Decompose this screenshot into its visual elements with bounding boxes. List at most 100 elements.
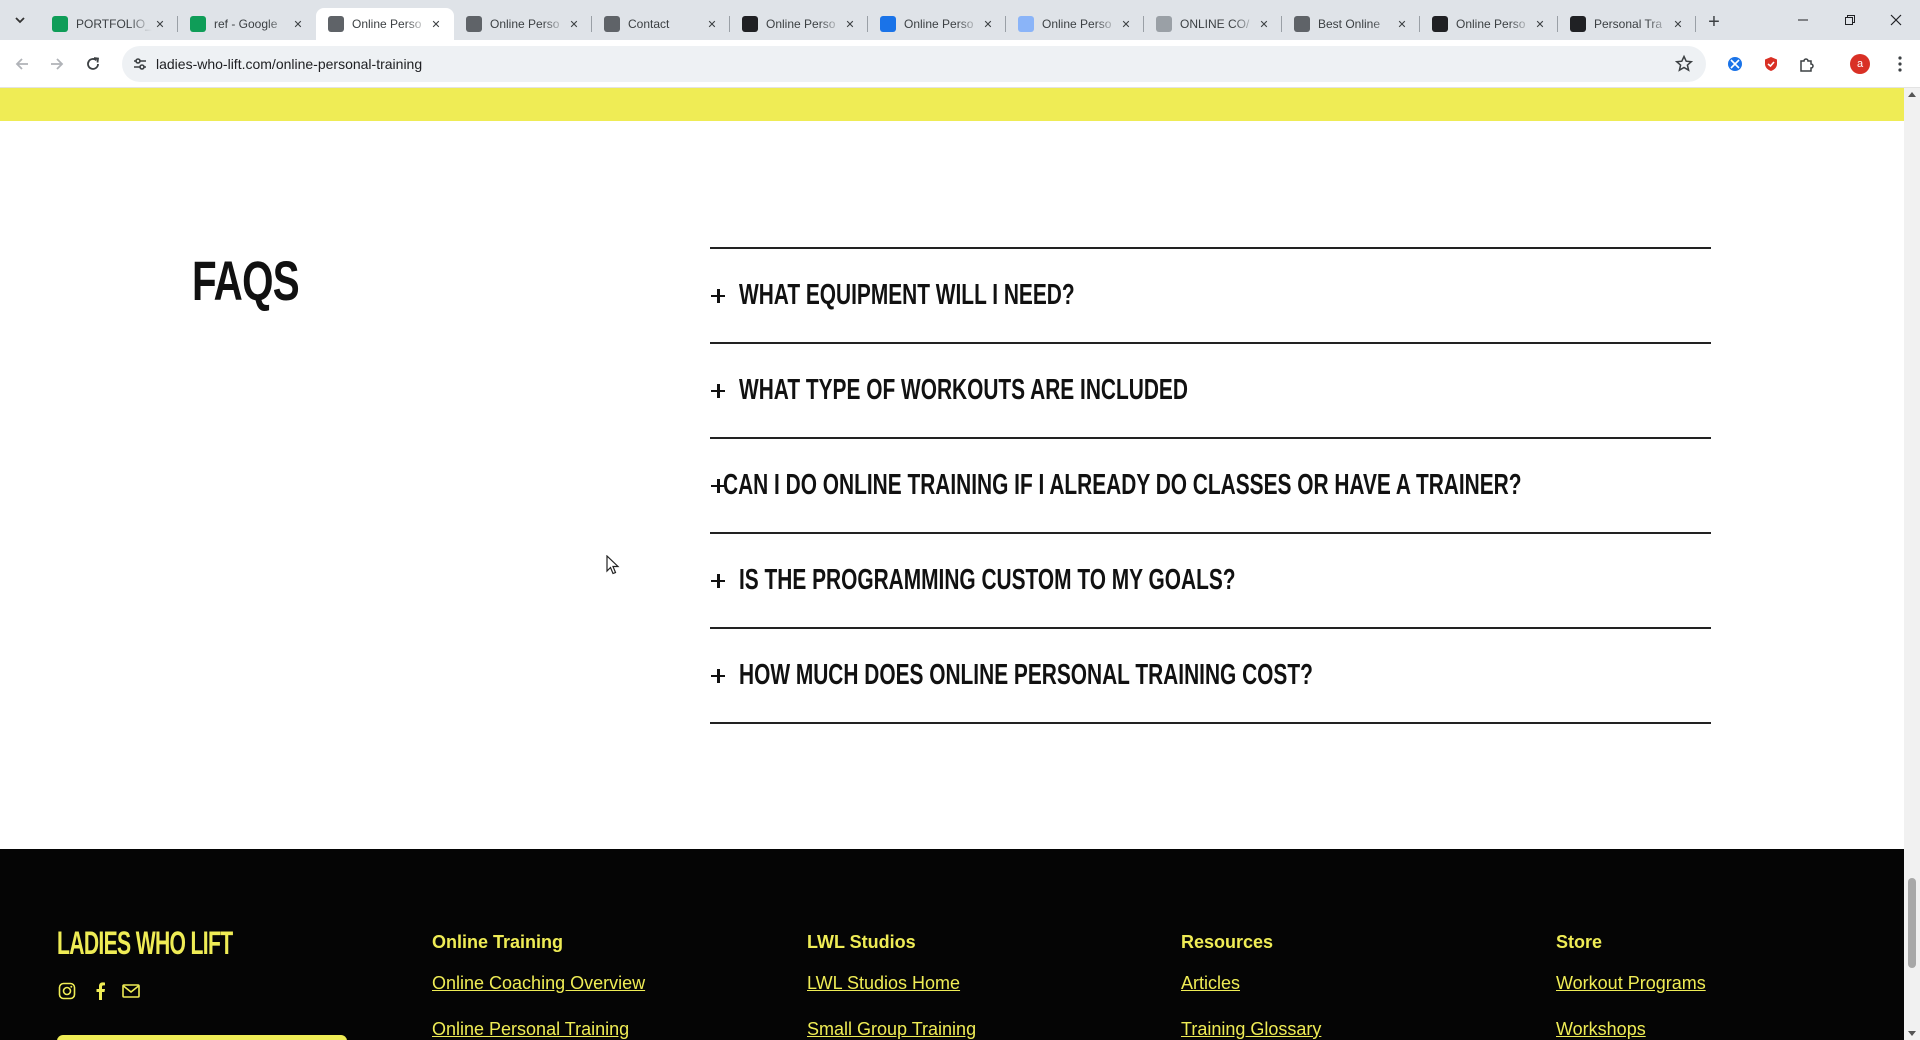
cube-icon xyxy=(328,16,344,32)
footer-link[interactable]: Small Group Training xyxy=(807,1019,976,1040)
yellow-section-band xyxy=(0,88,1904,121)
tab-close-icon[interactable]: ✕ xyxy=(1532,16,1548,32)
plus-icon xyxy=(711,383,727,399)
minimize-button[interactable] xyxy=(1780,0,1826,40)
facebook-link[interactable] xyxy=(90,981,110,1001)
profile-avatar[interactable]: a xyxy=(1850,54,1870,74)
google-sheets-icon xyxy=(190,16,206,32)
tab-close-icon[interactable]: ✕ xyxy=(290,16,306,32)
tab-close-icon[interactable]: ✕ xyxy=(1394,16,1410,32)
site-info-icon[interactable] xyxy=(132,56,148,72)
footer-column-heading: Online Training xyxy=(432,932,564,952)
cube-icon xyxy=(604,16,620,32)
restore-button[interactable] xyxy=(1827,0,1873,40)
tab-list: PORTFOLIO_ ✕ ref - Google ✕ Online Perso ✕ Onl… xyxy=(40,4,1696,40)
footer-column-heading: Store xyxy=(1556,932,1603,952)
tab-title: Personal Tra xyxy=(1594,17,1663,31)
faq-item[interactable]: HOW MUCH DOES ONLINE PERSONAL TRAINING C… xyxy=(710,629,1711,724)
back-button[interactable] xyxy=(10,52,34,76)
browser-tab[interactable]: Best Online ✕ xyxy=(1282,8,1420,40)
tab-close-icon[interactable]: ✕ xyxy=(842,16,858,32)
plus-icon xyxy=(711,288,727,304)
page-scrollbar[interactable] xyxy=(1904,88,1920,1040)
footer-column-lwl-studios: LWL Studios LWL Studios Home Small Group… xyxy=(807,932,976,1040)
faq-question: IS THE PROGRAMMING CUSTOM TO MY GOALS? xyxy=(739,564,1236,596)
extension-globe-icon xyxy=(1728,57,1742,71)
browser-tab[interactable]: Contact ✕ xyxy=(592,8,730,40)
tab-close-icon[interactable]: ✕ xyxy=(1256,16,1272,32)
browser-tab[interactable]: Online Perso ✕ xyxy=(868,8,1006,40)
forward-button[interactable] xyxy=(45,52,69,76)
footer-link[interactable]: Workout Programs xyxy=(1556,973,1706,994)
plus-icon xyxy=(711,573,727,589)
footer-link[interactable]: LWL Studios Home xyxy=(807,973,976,994)
browser-tab[interactable]: Online Perso ✕ xyxy=(1006,8,1144,40)
tab-close-icon[interactable]: ✕ xyxy=(1670,16,1686,32)
faq-question: CAN I DO ONLINE TRAINING IF I ALREADY DO… xyxy=(723,469,1522,501)
tab-title: PORTFOLIO_ xyxy=(76,17,152,31)
tab-title: ref - Google xyxy=(214,17,278,31)
browser-tab[interactable]: Online Perso ✕ xyxy=(1420,8,1558,40)
globe-icon xyxy=(1018,16,1034,32)
page-viewport: FAQS WHAT EQUIPMENT WILL I NEED? WHAT TYP… xyxy=(0,88,1904,1040)
tab-title: Online Perso xyxy=(490,17,560,31)
close-window-button[interactable] xyxy=(1873,0,1919,40)
address-bar[interactable]: ladies-who-lift.com/online-personal-trai… xyxy=(122,46,1706,82)
tab-title: Online Perso xyxy=(352,17,422,31)
browser-tab[interactable]: Online Perso ✕ xyxy=(730,8,868,40)
facebook-icon xyxy=(96,982,105,1000)
url-text: ladies-who-lift.com/online-personal-trai… xyxy=(156,56,423,72)
footer-link[interactable]: Training Glossary xyxy=(1181,1019,1321,1040)
extension-icon[interactable] xyxy=(1725,54,1745,74)
faq-item[interactable]: IS THE PROGRAMMING CUSTOM TO MY GOALS? xyxy=(710,534,1711,629)
faq-question: WHAT EQUIPMENT WILL I NEED? xyxy=(739,279,1075,311)
extension-shield-button[interactable] xyxy=(1761,54,1781,74)
browser-tab[interactable]: Online Perso ✕ xyxy=(454,8,592,40)
browser-menu-button[interactable] xyxy=(1890,54,1910,74)
tab-close-icon[interactable]: ✕ xyxy=(1118,16,1134,32)
instagram-link[interactable] xyxy=(57,981,77,1001)
footer-cta-button[interactable] xyxy=(57,1035,347,1040)
footer-link[interactable]: Online Coaching Overview xyxy=(432,973,645,994)
footer-link[interactable]: Workshops xyxy=(1556,1019,1706,1040)
browser-tab[interactable]: ONLINE CO/ ✕ xyxy=(1144,8,1282,40)
reload-button[interactable] xyxy=(81,52,105,76)
tab-close-icon[interactable]: ✕ xyxy=(152,16,168,32)
browser-tab[interactable]: ref - Google ✕ xyxy=(178,8,316,40)
tab-title: Best Online xyxy=(1318,17,1381,31)
close-icon xyxy=(1890,14,1902,26)
bookmark-star-icon[interactable] xyxy=(1674,54,1694,74)
extensions-menu-button[interactable] xyxy=(1797,54,1817,74)
scroll-down-arrow-icon[interactable] xyxy=(1908,1031,1916,1036)
new-tab-button[interactable]: + xyxy=(1700,8,1728,36)
tab-title: Online Perso xyxy=(904,17,974,31)
tab-close-icon[interactable]: ✕ xyxy=(566,16,582,32)
arrow-right-icon xyxy=(51,58,64,70)
tab-close-icon[interactable]: ✕ xyxy=(980,16,996,32)
email-link[interactable] xyxy=(121,981,141,1001)
tab-title: ONLINE CO/ xyxy=(1180,17,1250,31)
browser-tab[interactable]: Online Perso ✕ xyxy=(316,8,454,40)
footer-logo[interactable]: LADIES WHO LIFT xyxy=(57,925,233,962)
faq-heading: FAQS xyxy=(192,249,300,312)
google-sheets-icon xyxy=(52,16,68,32)
tab-close-icon[interactable]: ✕ xyxy=(704,16,720,32)
fs-logo-icon xyxy=(1570,16,1586,32)
tab-close-icon[interactable]: ✕ xyxy=(428,16,444,32)
runner-icon xyxy=(1156,16,1172,32)
faq-item[interactable]: WHAT TYPE OF WORKOUTS ARE INCLUDED xyxy=(710,344,1711,439)
tab-search-button[interactable] xyxy=(8,8,32,32)
faq-accordion: WHAT EQUIPMENT WILL I NEED? WHAT TYPE OF … xyxy=(710,247,1711,724)
scroll-up-arrow-icon[interactable] xyxy=(1908,92,1916,97)
scrollbar-thumb[interactable] xyxy=(1908,878,1916,968)
footer-link[interactable]: Articles xyxy=(1181,973,1321,994)
restore-icon xyxy=(1845,15,1855,25)
faq-question: WHAT TYPE OF WORKOUTS ARE INCLUDED xyxy=(739,374,1188,406)
browser-tab[interactable]: Personal Tra ✕ xyxy=(1558,8,1696,40)
k-logo-icon xyxy=(742,16,758,32)
faq-item[interactable]: WHAT EQUIPMENT WILL I NEED? xyxy=(710,249,1711,344)
footer-link[interactable]: Online Personal Training xyxy=(432,1019,645,1040)
puzzle-icon xyxy=(1800,58,1814,72)
browser-tab[interactable]: PORTFOLIO_ ✕ xyxy=(40,8,178,40)
faq-item[interactable]: CAN I DO ONLINE TRAINING IF I ALREADY DO… xyxy=(710,439,1711,534)
